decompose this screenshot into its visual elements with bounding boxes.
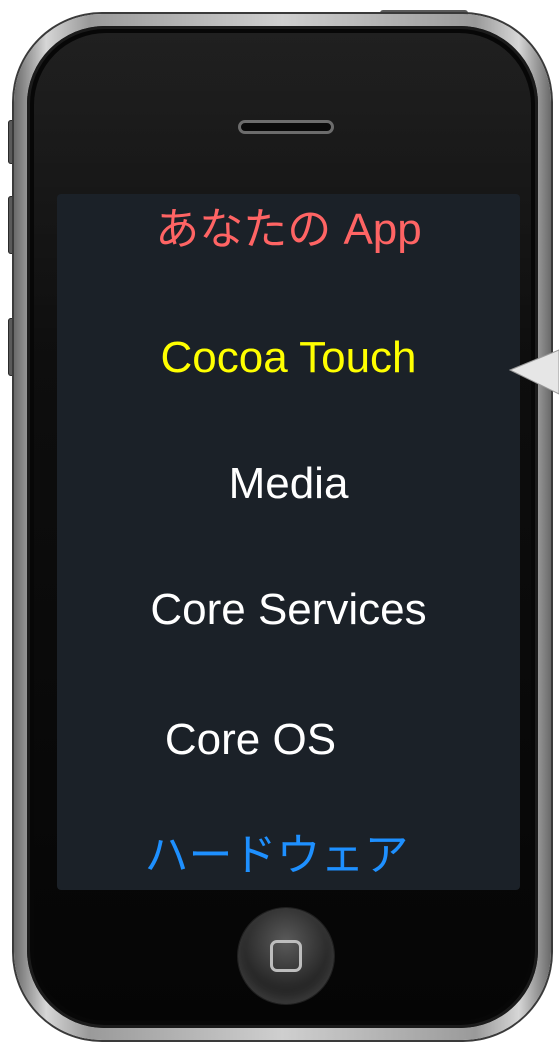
layer-cocoa-touch: Cocoa Touch: [160, 333, 417, 382]
layer-hardware: ハードウェア: [144, 831, 409, 880]
earpiece-speaker: [238, 120, 334, 134]
layer-core-os: Core OS: [164, 715, 337, 764]
layer-your-app: あなたの App: [155, 205, 422, 254]
home-button: [238, 908, 334, 1004]
diagram-canvas: あなたの App Cocoa Touch Media Core Services…: [0, 0, 559, 1047]
layer-core-services: Core Services: [150, 585, 427, 634]
home-square-icon: [270, 940, 302, 972]
pointer-arrow-icon: [508, 349, 559, 395]
phone-screen: あなたの App Cocoa Touch Media Core Services…: [57, 194, 520, 890]
layer-media: Media: [228, 459, 349, 508]
